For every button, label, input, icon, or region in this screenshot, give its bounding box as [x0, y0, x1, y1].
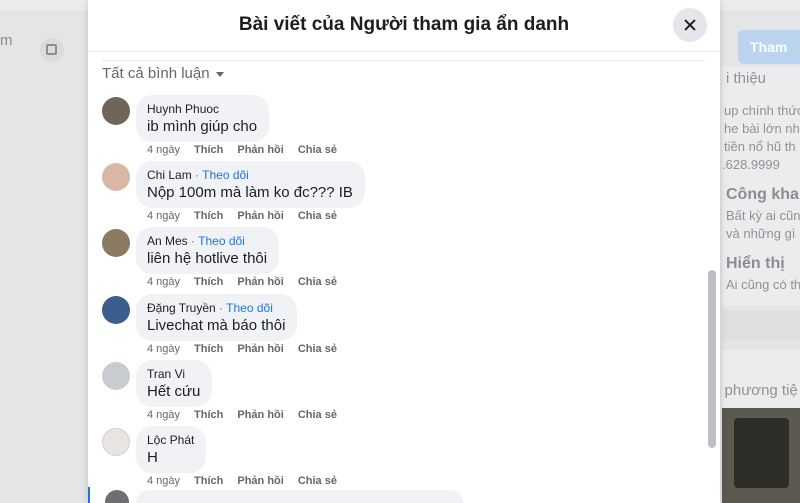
book-icon: [40, 38, 64, 62]
separator-dot: ·: [215, 301, 227, 315]
comment-actions: 4 ngày Thích Phản hồi Chia sẻ: [147, 276, 351, 288]
comment-bubble: An Mes · Theo dõi liên hệ hotlive thôi: [136, 227, 280, 274]
caret-down-icon: [215, 71, 224, 77]
filter-divider: [102, 60, 705, 61]
comment-time[interactable]: 4 ngày: [147, 343, 180, 355]
background-left-fragment: m: [0, 32, 13, 49]
media-heading: e phương tiệ: [712, 382, 798, 399]
like-button[interactable]: Thích: [194, 409, 223, 421]
comment-author[interactable]: Lộc Phát: [147, 433, 194, 447]
avatar[interactable]: [102, 428, 130, 456]
comment-text: Livechat mà báo thôi: [147, 317, 286, 334]
comment-bubble: Huynh Phuoc ib mình giúp cho: [136, 95, 270, 142]
avatar[interactable]: [102, 97, 130, 125]
reply-button[interactable]: Phản hồi: [237, 343, 283, 355]
comment-text: ib mình giúp cho: [147, 118, 258, 135]
comment-item: Lộc Phát H 4 ngày Thích Phản hồi Chia sẻ: [102, 426, 682, 494]
comment-time[interactable]: 4 ngày: [147, 475, 180, 487]
focus-edge: [88, 487, 90, 503]
share-button[interactable]: Chia sẻ: [298, 210, 337, 222]
privacy-heading: Công khai: [726, 186, 800, 203]
join-group-button[interactable]: Tham: [738, 30, 800, 64]
follow-link[interactable]: Theo dõi: [226, 301, 273, 315]
comment-actions: 4 ngày Thích Phản hồi Chia sẻ: [147, 144, 351, 156]
about-heading: i thiệu: [726, 70, 767, 87]
comment-author[interactable]: Chi Lam: [147, 168, 192, 182]
share-button[interactable]: Chia sẻ: [298, 409, 337, 421]
like-button[interactable]: Thích: [194, 276, 223, 288]
follow-link[interactable]: Theo dõi: [202, 168, 249, 182]
comment-author[interactable]: An Mes: [147, 234, 188, 248]
about-line: tiền nổ hũ th: [724, 139, 796, 154]
close-button[interactable]: [673, 8, 707, 42]
comment-actions: 4 ngày Thích Phản hồi Chia sẻ: [147, 475, 351, 487]
reply-button[interactable]: Phản hồi: [237, 475, 283, 487]
comment-time[interactable]: 4 ngày: [147, 409, 180, 421]
like-button[interactable]: Thích: [194, 343, 223, 355]
comment-actions: 4 ngày Thích Phản hồi Chia sẻ: [147, 210, 351, 222]
like-button[interactable]: Thích: [194, 475, 223, 487]
dialog-title: Bài viết của Người tham gia ẩn danh: [238, 14, 570, 35]
comment-text: H: [147, 449, 158, 466]
like-button[interactable]: Thích: [194, 210, 223, 222]
comment-text: liên hệ hotlive thôi: [147, 250, 268, 267]
avatar[interactable]: [102, 296, 130, 324]
comment-author[interactable]: Tran Vi: [147, 367, 185, 381]
reply-button[interactable]: Phản hồi: [237, 210, 283, 222]
privacy-line: Bất kỳ ai cũng: [726, 208, 800, 223]
avatar[interactable]: [102, 229, 130, 257]
comment-item: Đặng Truyền · Theo dõi Livechat mà báo t…: [102, 294, 682, 362]
comment-bubble: Lộc Phát H: [136, 426, 207, 473]
visible-line: Ai cũng có th: [726, 277, 800, 292]
comment-bubble: Tran Vi Hết cứu: [136, 360, 213, 407]
comment-item: An Mes · Theo dõi liên hệ hotlive thôi 4…: [102, 227, 682, 295]
share-button[interactable]: Chia sẻ: [298, 475, 337, 487]
separator-dot: ·: [187, 234, 199, 248]
reply-button[interactable]: Phản hồi: [237, 276, 283, 288]
join-button-label: Tham: [750, 39, 788, 55]
comment-filter-label: Tất cả bình luận: [102, 65, 210, 82]
reply-button[interactable]: Phản hồi: [237, 144, 283, 156]
comment-text: Nộp 100m mà làm ko đc??? IB: [147, 184, 353, 201]
about-line: up chính thức: [724, 103, 800, 118]
comment-actions: 4 ngày Thích Phản hồi Chia sẻ: [147, 343, 351, 355]
comment-filter-dropdown[interactable]: Tất cả bình luận: [102, 65, 224, 82]
visible-heading: Hiển thị: [726, 255, 785, 272]
comment-item: Huynh Phuoc ib mình giúp cho 4 ngày Thích…: [102, 95, 682, 163]
comment-time[interactable]: 4 ngày: [147, 144, 180, 156]
comment-bubble-partial: [136, 490, 463, 503]
comment-time[interactable]: 4 ngày: [147, 210, 180, 222]
follow-link[interactable]: Theo dõi: [198, 234, 245, 248]
media-photo: [722, 408, 800, 503]
like-button[interactable]: Thích: [194, 144, 223, 156]
scrollbar-thumb[interactable]: [708, 270, 716, 448]
share-button[interactable]: Chia sẻ: [298, 276, 337, 288]
separator-dot: ·: [191, 168, 203, 182]
share-button[interactable]: Chia sẻ: [298, 343, 337, 355]
comment-author[interactable]: Đặng Truyền: [147, 301, 216, 315]
comment-bubble: Đặng Truyền · Theo dõi Livechat mà báo t…: [136, 294, 298, 341]
about-line: .628.9999: [722, 157, 780, 172]
privacy-line: và những gì: [726, 226, 796, 241]
avatar[interactable]: [102, 163, 130, 191]
comment-author[interactable]: Huynh Phuoc: [147, 102, 219, 116]
reply-button[interactable]: Phản hồi: [237, 409, 283, 421]
about-line: he bài lớn nhấ: [724, 121, 800, 136]
header-divider: [88, 51, 720, 52]
background-strip: [722, 310, 800, 340]
share-button[interactable]: Chia sẻ: [298, 144, 337, 156]
comment-actions: 4 ngày Thích Phản hồi Chia sẻ: [147, 409, 351, 421]
comment-bubble: Chi Lam · Theo dõi Nộp 100m mà làm ko đc…: [136, 161, 365, 208]
comment-item: Chi Lam · Theo dõi Nộp 100m mà làm ko đc…: [102, 161, 682, 229]
comment-time[interactable]: 4 ngày: [147, 276, 180, 288]
comment-text: Hết cứu: [147, 383, 201, 400]
post-dialog: Bài viết của Người tham gia ẩn danh Tất …: [88, 0, 720, 503]
avatar[interactable]: [102, 362, 130, 390]
comment-item: Tran Vi Hết cứu 4 ngày Thích Phản hồi Chia …: [102, 360, 682, 428]
